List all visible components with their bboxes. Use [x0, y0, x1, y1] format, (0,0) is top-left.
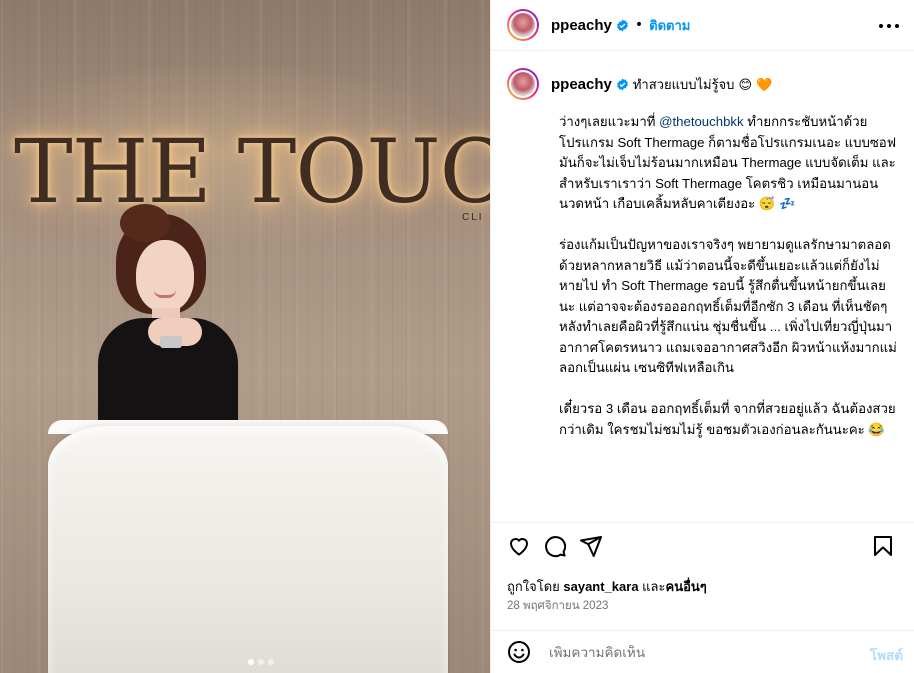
carousel-dot [258, 659, 264, 665]
liker-username[interactable]: sayant_kara [563, 579, 638, 594]
carousel-dot [248, 659, 254, 665]
more-icon[interactable] [877, 14, 901, 38]
emoji-icon[interactable] [507, 640, 531, 664]
caption-area: ppeachy ทำสวยแบบไม่รู้จบ 😊 🧡 ว่างๆเลยแวะ… [491, 52, 914, 522]
verified-icon [616, 78, 628, 90]
clinic-sign: THE TOUCH [14, 120, 490, 223]
comment-icon[interactable] [541, 532, 569, 560]
post-dialog: THE TOUCH CLI ppeachy [0, 0, 914, 673]
action-bar [491, 522, 914, 568]
avatar[interactable] [507, 9, 539, 41]
post-comment-button[interactable]: โพสต์ [870, 644, 903, 666]
reception-counter [48, 426, 448, 673]
caption-avatar[interactable] [507, 68, 539, 100]
likes-others-link[interactable]: คนอื่นๆ [666, 579, 707, 594]
share-icon[interactable] [577, 532, 605, 560]
header-username[interactable]: ppeachy [551, 17, 612, 34]
comment-bar: โพสต์ [491, 630, 914, 673]
caption-paragraph: เดี๋ยวรอ 3 เดือน ออกฤทธิ์เต็มที่ จากที่ส… [559, 401, 896, 437]
post-header: ppeachy • ติดตาม [491, 0, 914, 51]
caption-header: ppeachy ทำสวยแบบไม่รู้จบ 😊 🧡 [507, 68, 772, 100]
carousel-dot [268, 659, 274, 665]
separator: • [634, 17, 644, 33]
caption-title: ทำสวยแบบไม่รู้จบ 😊 🧡 [632, 77, 773, 93]
mention-link[interactable]: @thetouchbkk [659, 114, 744, 129]
likes-text: ถูกใจโดย sayant_kara และคนอื่นๆ [507, 579, 707, 594]
heart-icon[interactable] [505, 532, 533, 560]
clinic-sign-subtitle: CLI [462, 212, 484, 223]
caption-paragraph: ร่องแก้มเป็นปัญหาของเราจริงๆ พยายามดูแลร… [559, 237, 897, 375]
caption-text: ว่างๆเลยแวะมาที่ @thetouchbkk ทำยกกระชับ… [559, 112, 899, 461]
post-panel: ppeachy • ติดตาม ppeachy ทำสวยแบบไม่รู้จ… [490, 0, 914, 673]
verified-icon [616, 19, 628, 31]
caption-username[interactable]: ppeachy [551, 76, 612, 93]
caption-paragraph: ว่างๆเลยแวะมาที่ @thetouchbkk ทำยกกระชับ… [559, 114, 897, 211]
comment-input[interactable] [549, 644, 839, 660]
bookmark-icon[interactable] [869, 532, 897, 560]
post-date[interactable]: 28 พฤศจิกายน 2023 [507, 597, 608, 615]
carousel-indicator [248, 659, 274, 665]
follow-button[interactable]: ติดตาม [649, 15, 690, 36]
post-photo[interactable]: THE TOUCH CLI [0, 0, 490, 673]
